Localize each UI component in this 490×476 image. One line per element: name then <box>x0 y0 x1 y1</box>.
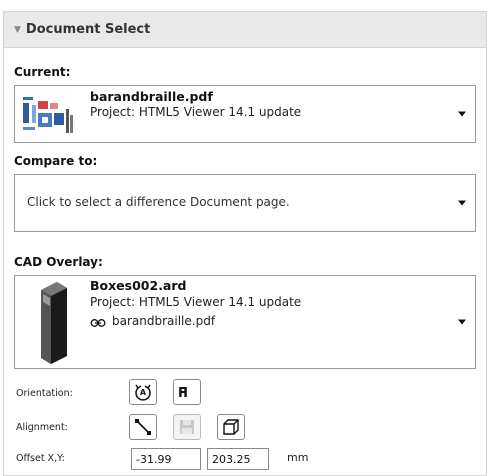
chevron-down-icon[interactable] <box>458 200 466 206</box>
panel-title: Document Select <box>25 22 151 37</box>
collapse-triangle-icon[interactable]: ▼ <box>14 25 21 35</box>
document-select-panel: ▼ Document Select Current: barandbraille… <box>3 11 487 476</box>
align-diagonal-button[interactable] <box>129 414 157 440</box>
panel-header[interactable]: ▼ Document Select <box>4 12 486 48</box>
offset-unit: mm <box>287 451 309 464</box>
offset-x-input[interactable] <box>131 448 201 470</box>
document-thumbnail <box>20 91 76 137</box>
align-3d-box-button[interactable] <box>217 414 245 440</box>
link-icon <box>90 319 106 327</box>
align-save-icon <box>180 420 194 434</box>
compare-label: Compare to: <box>14 154 98 168</box>
alignment-label: Alignment: <box>16 422 68 433</box>
align-save-button[interactable] <box>173 414 201 440</box>
offset-label: Offset X,Y: <box>16 453 65 464</box>
current-label: Current: <box>14 65 71 79</box>
svg-text:A: A <box>140 388 147 397</box>
compare-placeholder: Click to select a difference Document pa… <box>27 195 290 209</box>
rotate-button[interactable]: A <box>129 379 157 405</box>
svg-text:F: F <box>179 386 188 400</box>
current-file-name: barandbraille.pdf <box>90 89 213 104</box>
chevron-down-icon[interactable] <box>458 319 466 325</box>
cad-linked-file: barandbraille.pdf <box>112 314 216 328</box>
cad-overlay-label: CAD Overlay: <box>14 255 103 269</box>
flip-button[interactable]: F F <box>173 379 201 405</box>
cad-box-thumbnail <box>41 282 67 364</box>
offset-y-input[interactable] <box>207 448 269 470</box>
rotate-icon: A <box>135 384 151 401</box>
cad-file-name: Boxes002.ard <box>90 278 187 293</box>
current-project-name: Project: HTML5 Viewer 14.1 update <box>90 105 302 119</box>
flip-icon: F F <box>178 386 188 400</box>
cad-overlay-select[interactable]: Boxes002.ard Project: HTML5 Viewer 14.1 … <box>14 275 476 369</box>
align-diagonal-icon <box>135 419 151 435</box>
align-3d-box-icon <box>223 419 239 435</box>
current-document-select[interactable]: barandbraille.pdf Project: HTML5 Viewer … <box>14 85 476 143</box>
compare-document-select[interactable]: Click to select a difference Document pa… <box>14 174 476 232</box>
cad-project-name: Project: HTML5 Viewer 14.1 update <box>90 295 302 309</box>
orientation-label: Orientation: <box>16 388 73 399</box>
chevron-down-icon[interactable] <box>458 111 466 117</box>
